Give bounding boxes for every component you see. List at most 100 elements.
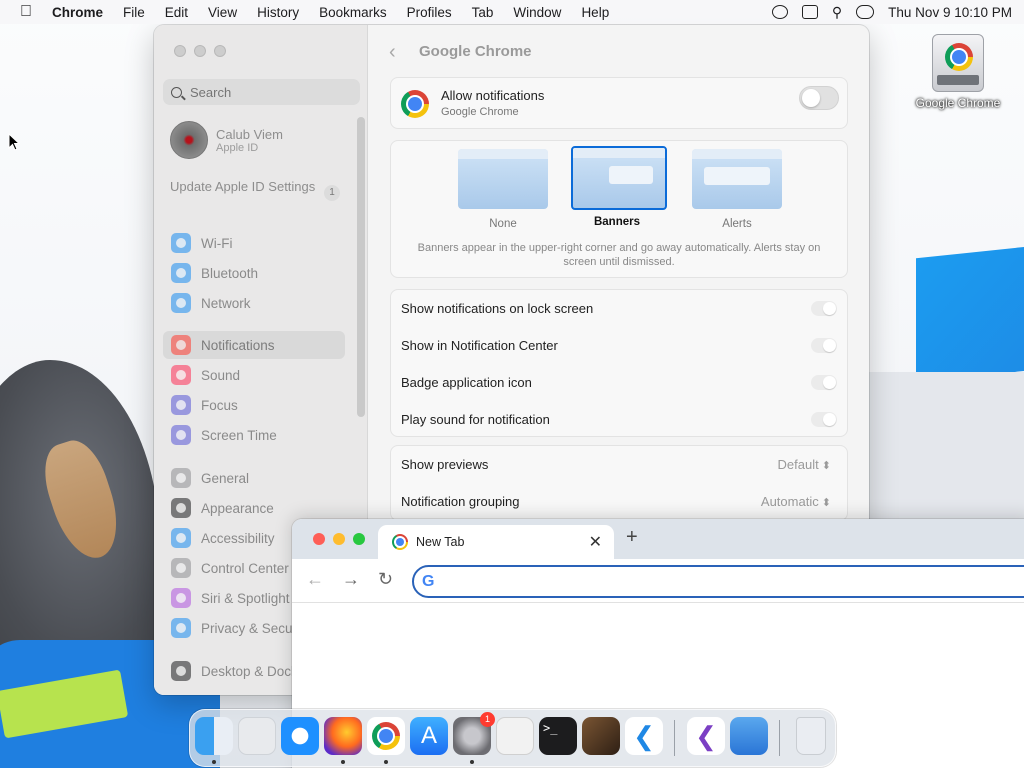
dock-separator — [674, 720, 675, 756]
sidebar-item-bluetooth[interactable]: Bluetooth — [163, 259, 345, 287]
wallpaper-grey-block — [860, 372, 1024, 532]
system-settings-icon[interactable]: 1 — [453, 712, 495, 755]
menu-window[interactable]: Window — [503, 5, 571, 20]
allow-notifications-app: Google Chrome — [441, 106, 519, 118]
close-button[interactable] — [174, 45, 186, 57]
zoom-button[interactable] — [353, 533, 365, 545]
sidebar-item-network[interactable]: Network — [163, 289, 345, 317]
row-label: Show notifications on lock screen — [401, 301, 594, 316]
menu-app-name[interactable]: Chrome — [52, 5, 113, 20]
finder-icon[interactable] — [195, 717, 233, 755]
alert-style-label: Banners — [593, 216, 641, 228]
search-input[interactable] — [190, 84, 340, 100]
apple-id-profile[interactable]: Calub Viem Apple ID — [170, 121, 283, 159]
menu-file[interactable]: File — [113, 5, 155, 20]
dock-separator — [779, 720, 780, 756]
sidebar-item-wifi[interactable]: Wi-Fi — [163, 229, 345, 257]
screen-mirroring-icon[interactable] — [801, 5, 818, 19]
tab-title: New Tab — [416, 535, 465, 549]
tab-new-tab[interactable]: New Tab ✕ — [378, 525, 614, 559]
play-sound-toggle[interactable] — [811, 412, 837, 427]
trash-icon[interactable] — [796, 717, 826, 755]
hourglass-icon — [171, 425, 191, 445]
back-chevron-icon[interactable]: ‹ — [389, 41, 396, 64]
textedit-icon[interactable] — [496, 717, 534, 755]
terminal-icon[interactable]: >_ — [539, 717, 577, 755]
siri-icon — [171, 588, 191, 608]
chrome-icon[interactable] — [367, 717, 405, 755]
wallpaper-blue-block — [916, 245, 1024, 383]
lock-screen-toggle[interactable] — [811, 301, 837, 316]
close-tab-icon[interactable]: ✕ — [589, 532, 602, 552]
safari-icon[interactable] — [281, 717, 319, 755]
menu-history[interactable]: History — [247, 5, 309, 20]
app-store-icon[interactable]: A — [410, 717, 448, 755]
sidebar-search[interactable] — [163, 79, 360, 105]
update-apple-id-settings[interactable]: Update Apple ID Settings 1 — [170, 179, 340, 201]
sidebar-item-label: Desktop & Dock — [201, 663, 298, 679]
control-center-icon[interactable] — [856, 5, 875, 19]
vscode-icon[interactable]: ❮ — [625, 717, 663, 755]
desktop-drive-google-chrome[interactable]: Google Chrome — [908, 34, 1008, 110]
sidebar-item-general[interactable]: General — [163, 464, 345, 492]
spotlight-search-icon[interactable]: ⚲ — [832, 4, 842, 21]
menubar-clock[interactable]: Thu Nov 9 10:10 PM — [888, 5, 1012, 20]
zoom-button[interactable] — [214, 45, 226, 57]
style-preview-banners — [571, 146, 667, 210]
style-preview-none — [458, 149, 548, 209]
address-bar[interactable]: G — [412, 565, 1024, 598]
garageband-icon[interactable] — [582, 717, 620, 755]
sidebar-scrollbar[interactable] — [357, 117, 365, 417]
notification-badge: 1 — [480, 712, 495, 727]
launchpad-icon[interactable] — [238, 717, 276, 755]
notification-options-card: Show notifications on lock screen Show i… — [390, 289, 848, 437]
preview-options-card: Show previews Default Notification groupi… — [390, 445, 848, 521]
forward-arrow-icon[interactable]: → — [342, 569, 360, 590]
minimize-button[interactable] — [194, 45, 206, 57]
sidebar-item-label: Network — [201, 295, 251, 311]
show-previews-row: Show previews Default — [401, 446, 837, 483]
notification-grouping-select[interactable]: Automatic — [761, 494, 831, 509]
new-tab-button[interactable]: + — [626, 526, 638, 549]
menu-tab[interactable]: Tab — [462, 5, 504, 20]
menu-profiles[interactable]: Profiles — [397, 5, 462, 20]
browser-toolbar: ← → ↻ G — [292, 559, 1024, 603]
sidebar-item-sound[interactable]: Sound — [163, 361, 345, 389]
minimize-button[interactable] — [333, 533, 345, 545]
badge-icon-toggle[interactable] — [811, 375, 837, 390]
omnibox-input[interactable] — [448, 573, 1024, 588]
sidebar-item-screen-time[interactable]: Screen Time — [163, 421, 345, 449]
allow-notifications-card: Allow notifications Google Chrome — [390, 77, 848, 129]
menu-help[interactable]: Help — [571, 5, 619, 20]
gear-icon — [171, 468, 191, 488]
notification-center-toggle[interactable] — [811, 338, 837, 353]
row-label: Notification grouping — [401, 494, 520, 509]
window-controls — [174, 45, 226, 57]
color-picker-icon[interactable] — [771, 5, 788, 19]
visual-studio-icon[interactable]: ❮ — [687, 717, 725, 755]
running-indicator — [384, 760, 388, 764]
drive-label: Google Chrome — [915, 96, 1001, 110]
allow-notifications-toggle[interactable] — [799, 86, 839, 110]
alert-style-card: None Banners Alerts Banners appear in th… — [390, 140, 848, 278]
search-icon — [171, 86, 182, 98]
sidebar-item-focus[interactable]: Focus — [163, 391, 345, 419]
close-button[interactable] — [313, 533, 325, 545]
menu-edit[interactable]: Edit — [155, 5, 198, 20]
alert-style-none[interactable]: None — [457, 149, 549, 230]
apple-menu-icon[interactable]:  — [0, 3, 52, 21]
alert-style-label: Alerts — [722, 218, 752, 230]
alert-style-banners[interactable]: Banners — [571, 146, 667, 228]
menu-view[interactable]: View — [198, 5, 247, 20]
weather-icon[interactable] — [730, 717, 768, 755]
back-arrow-icon[interactable]: ← — [306, 569, 324, 590]
firefox-icon[interactable] — [324, 717, 362, 755]
accessibility-icon — [171, 528, 191, 548]
sidebar-item-notifications[interactable]: Notifications — [163, 331, 345, 359]
sidebar-item-label: Accessibility — [201, 530, 275, 546]
menu-bookmarks[interactable]: Bookmarks — [309, 5, 397, 20]
sidebar-item-appearance[interactable]: Appearance — [163, 494, 345, 522]
reload-icon[interactable]: ↻ — [378, 569, 393, 590]
show-previews-select[interactable]: Default — [778, 457, 831, 472]
alert-style-alerts[interactable]: Alerts — [691, 149, 783, 230]
